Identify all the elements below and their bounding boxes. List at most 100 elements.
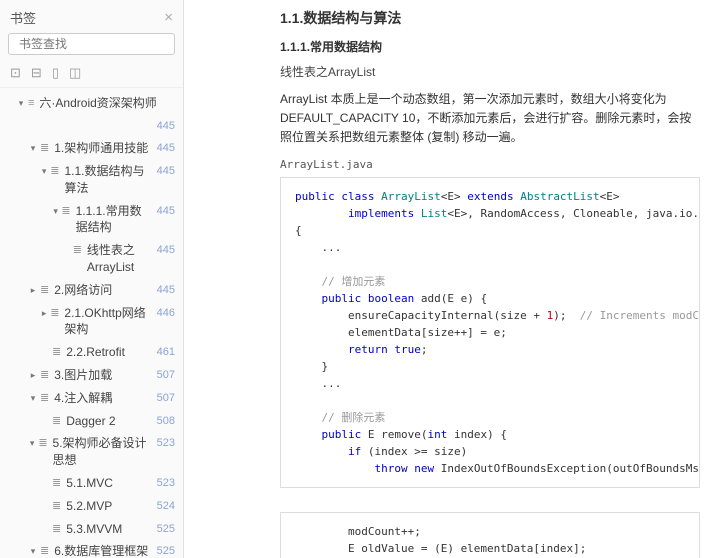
caret-icon[interactable]: ▸ <box>28 282 38 297</box>
sidebar-title: 书签 <box>10 8 36 27</box>
caret-icon[interactable]: ▸ <box>40 305 48 320</box>
tree-item[interactable]: 445 <box>0 115 183 137</box>
tree-item-label: 5.3.MVVM <box>66 521 122 538</box>
document-content[interactable]: 1.1.数据结构与算法 1.1.1.常用数据结构 线性表之ArrayList A… <box>184 0 720 558</box>
bookmark-item-icon: ≣ <box>40 282 49 298</box>
bookmark-item-icon: ≡ <box>28 95 34 111</box>
caret-icon[interactable]: ▾ <box>52 203 59 218</box>
page-number: 523 <box>151 435 175 451</box>
bookmark-item-icon: ≣ <box>52 475 61 491</box>
caret-icon[interactable] <box>40 498 50 500</box>
tree-item[interactable]: ▾≣4.注入解耦507 <box>0 387 183 410</box>
sidebar-toolbar: ⊡ ⊟ ▯ ◫ <box>0 61 183 88</box>
caret-icon[interactable] <box>40 521 50 523</box>
tree-item[interactable]: ≣ Dagger 2 508 <box>0 410 183 433</box>
page-number: 525 <box>151 543 175 558</box>
tree-item-label: 线性表之ArrayList <box>87 242 151 276</box>
page-number: 508 <box>151 413 175 429</box>
tree-item-label: 5.架构师必备设计思想 <box>53 435 151 469</box>
page-number: 446 <box>151 305 175 321</box>
caret-icon[interactable]: ▾ <box>40 163 48 178</box>
sidebar-header: 书签 × <box>0 0 183 33</box>
collapse-all-icon[interactable]: ⊟ <box>31 65 42 81</box>
tree-item-label: Dagger 2 <box>66 413 115 430</box>
caret-icon[interactable] <box>40 413 50 415</box>
tree-item-label: 6.数据库管理框架 <box>54 543 148 558</box>
code-block-2: modCount++; E oldValue = (E) elementData… <box>280 512 700 558</box>
caret-icon[interactable]: ▾ <box>28 140 38 155</box>
bookmark-item-icon: ≣ <box>52 521 61 537</box>
bookmark-item-icon: ≣ <box>40 140 49 156</box>
page-number: 445 <box>151 140 175 156</box>
page-number: 445 <box>151 282 175 298</box>
caret-icon[interactable] <box>64 242 71 244</box>
code-filename: ArrayList.java <box>280 158 700 171</box>
bookmarks-sidebar: 书签 × ⊡ ⊟ ▯ ◫ ▾≡六·Android资深架构师445▾≣1.架构师通… <box>0 0 184 558</box>
search-wrap <box>0 33 183 61</box>
page-number: 523 <box>151 475 175 491</box>
page-number: 461 <box>151 344 175 360</box>
tree-item[interactable]: ▸≣ 2.网络访问 445 <box>0 279 183 302</box>
page-number: 445 <box>151 163 175 179</box>
search-box[interactable] <box>8 33 175 55</box>
bookmark-item-icon: ≣ <box>52 344 61 360</box>
tree-item-label: 1.1.1.常用数据结构 <box>76 203 151 237</box>
tree-item-label: 1.1.数据结构与算法 <box>65 163 151 197</box>
search-input[interactable] <box>19 37 174 51</box>
bookmark-item-icon: ≣ <box>52 413 61 429</box>
tree-item-label: 2.网络访问 <box>54 282 112 299</box>
tree-item-label: 4.注入解耦 <box>54 390 112 407</box>
bookmark-item-icon: ≣ <box>61 203 70 219</box>
heading-2: 1.1.1.常用数据结构 <box>280 38 700 55</box>
caret-icon[interactable] <box>40 475 50 477</box>
caret-icon[interactable]: ▾ <box>28 435 36 450</box>
tree-item[interactable]: ≣线性表之ArrayList445 <box>0 239 183 279</box>
tree-item[interactable]: ▾≣ 1.1.数据结构与算法445 <box>0 160 183 200</box>
expand-all-icon[interactable]: ⊡ <box>10 65 21 81</box>
tree-item[interactable]: ▾≣ 1.架构师通用技能445 <box>0 137 183 160</box>
tree-item-label: 5.1.MVC <box>66 475 113 492</box>
caret-icon[interactable]: ▸ <box>28 367 38 382</box>
bookmark-item-icon: ≣ <box>73 242 82 258</box>
tree-item[interactable]: ▾≣6.数据库管理框架525 <box>0 540 183 558</box>
page-number: 445 <box>151 118 175 134</box>
tag-icon[interactable]: ◫ <box>69 65 81 81</box>
bookmark-item-icon: ≣ <box>50 163 59 179</box>
caret-icon[interactable] <box>16 118 26 120</box>
heading-1: 1.1.数据结构与算法 <box>280 8 700 28</box>
tree-item[interactable]: ≣ 5.2.MVP 524 <box>0 495 183 518</box>
bookmark-item-icon: ≣ <box>50 305 59 321</box>
tree-item[interactable]: ▸≣ 3.图片加载 507 <box>0 364 183 387</box>
tree-item-label: 2.2.Retrofit <box>66 344 125 361</box>
page-number: 445 <box>151 203 175 219</box>
tree-item-label: 六·Android资深架构师 <box>39 95 156 112</box>
page-number: 507 <box>151 367 175 383</box>
caret-icon[interactable] <box>40 344 50 346</box>
bookmark-item-icon: ≣ <box>38 435 47 451</box>
tree-item-label: 2.1.OKhttp网络架构 <box>64 305 150 339</box>
close-icon[interactable]: × <box>164 9 173 26</box>
bookmark-tree[interactable]: ▾≡六·Android资深架构师445▾≣1.架构师通用技能445▾≣1.1.数… <box>0 88 183 558</box>
tree-item-label: 5.2.MVP <box>66 498 112 515</box>
tree-item-label: 1.架构师通用技能 <box>54 140 148 157</box>
page-number <box>169 95 175 96</box>
tree-item[interactable]: ▾≣ 1.1.1.常用数据结构445 <box>0 200 183 240</box>
tree-item[interactable]: ▾≡ 六·Android资深架构师 <box>0 92 183 115</box>
caret-icon[interactable]: ▾ <box>28 390 38 405</box>
tree-item[interactable]: ≣ 5.3.MVVM 525 <box>0 518 183 541</box>
caret-icon[interactable]: ▾ <box>16 95 26 110</box>
caret-icon[interactable]: ▾ <box>28 543 38 558</box>
tree-item[interactable]: ≣ 2.2.Retrofit 461 <box>0 341 183 364</box>
intro-paragraph: ArrayList 本质上是一个动态数组，第一次添加元素时，数组大小将变化为 D… <box>280 90 700 148</box>
bookmark-item-icon: ≣ <box>52 498 61 514</box>
page-number: 525 <box>151 521 175 537</box>
tree-item[interactable]: ▾≣ 5.架构师必备设计思想523 <box>0 432 183 472</box>
tree-item[interactable]: ≣ 5.1.MVC 523 <box>0 472 183 495</box>
tree-item[interactable]: ▸≣ 2.1.OKhttp网络架构446 <box>0 302 183 342</box>
code-block-1: public class ArrayList<E> extends Abstra… <box>280 177 700 489</box>
bookmark-icon[interactable]: ▯ <box>52 65 59 81</box>
tree-item-label: 3.图片加载 <box>54 367 112 384</box>
page-number: 524 <box>151 498 175 514</box>
bookmark-item-icon: ≣ <box>40 367 49 383</box>
bookmark-item-icon: ≣ <box>40 390 49 406</box>
